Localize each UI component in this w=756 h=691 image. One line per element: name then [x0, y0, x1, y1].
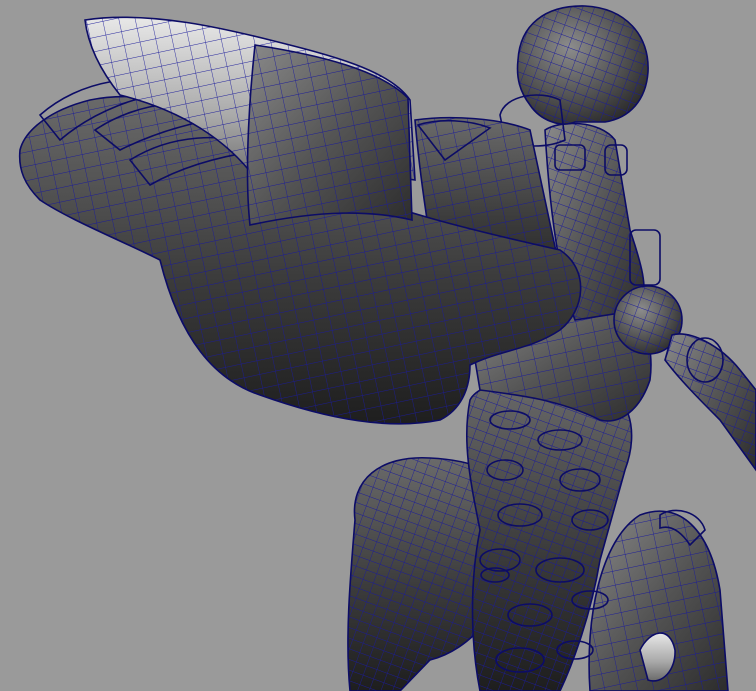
- pelvis-right-mesh[interactable]: [588, 509, 729, 691]
- 3d-viewport[interactable]: [0, 0, 756, 691]
- viewport-scene[interactable]: [0, 0, 756, 691]
- forearm-mesh[interactable]: [664, 333, 756, 472]
